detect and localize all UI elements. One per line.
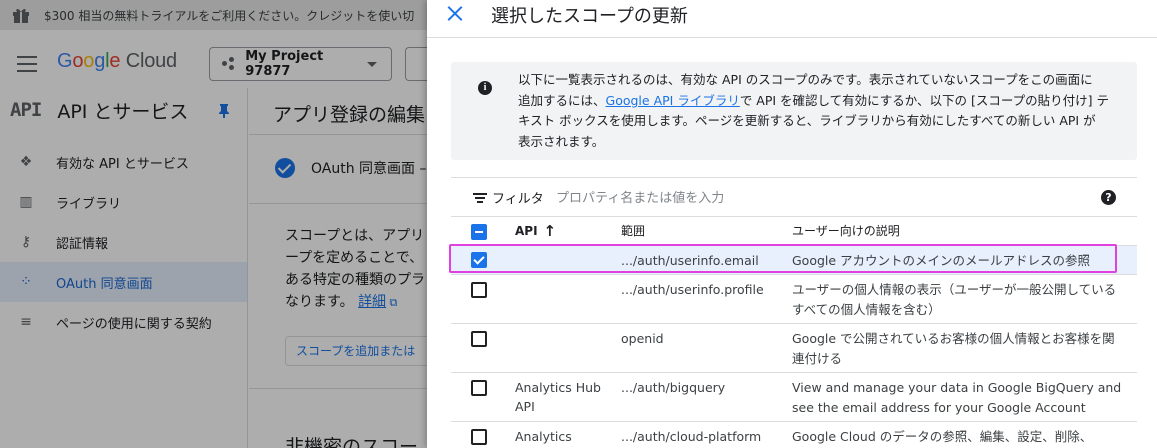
info-icon: i xyxy=(478,81,492,95)
row-scope: .../auth/bigquery xyxy=(621,380,726,395)
panel-header: 選択したスコープの更新 xyxy=(427,0,1157,38)
table-row[interactable]: .../auth/userinfo.profile ユーザーの個人情報の表示（ユ… xyxy=(451,275,1137,324)
row-checkbox[interactable] xyxy=(471,331,487,347)
info-line: 表示されます。 xyxy=(518,133,605,149)
info-line: で API を確認して有効にするか、以下の [スコープの貼り付け] テ xyxy=(739,92,1110,108)
panel-title: 選択したスコープの更新 xyxy=(491,6,688,27)
info-text: 以下に一覧表示されるのは、有効な API のスコープのみです。表示されていないス… xyxy=(518,70,1118,152)
row-scope: .../auth/userinfo.profile xyxy=(621,282,764,297)
row-checkbox[interactable] xyxy=(471,282,487,298)
row-checkbox[interactable] xyxy=(471,429,487,445)
row-scope: .../auth/userinfo.email xyxy=(621,253,759,268)
sort-up-icon: ↑ xyxy=(543,222,557,240)
table-header-row: API ↑ 範囲 ユーザー向けの説明 xyxy=(451,217,1137,246)
row-description: ユーザーの個人情報の表示（ユーザーが一般公開しているすべての個人情報を含む） xyxy=(792,282,1117,317)
info-line: 追加するには、 xyxy=(518,92,606,108)
filter-label: フィルタ xyxy=(492,192,544,207)
column-header-description[interactable]: ユーザー向けの説明 xyxy=(792,222,1122,242)
row-checkbox[interactable] xyxy=(471,252,487,268)
filter-icon[interactable] xyxy=(473,193,487,203)
row-api: Analytics xyxy=(515,429,572,444)
table-row[interactable]: .../auth/userinfo.email Google アカウントのメイン… xyxy=(451,246,1137,275)
update-scopes-panel: 選択したスコープの更新 i 以下に一覧表示されるのは、有効な API のスコープ… xyxy=(427,0,1157,448)
row-scope: openid xyxy=(621,331,664,346)
table-row[interactable]: Analytics .../auth/cloud-platform Google… xyxy=(451,422,1137,448)
row-api: Analytics Hub API xyxy=(515,380,601,414)
select-all-checkbox[interactable] xyxy=(471,224,487,240)
info-line: キスト ボックスを使用します。ページを更新すると、ライブラリから有効にしたすべて… xyxy=(518,113,1096,128)
row-description: Google で公開されているお客様の個人情報とお客様を関連付ける xyxy=(792,331,1115,366)
close-icon[interactable] xyxy=(444,3,466,25)
filter-bar: フィルタ ? xyxy=(451,177,1137,217)
row-description: Google アカウントのメインのメールアドレスの参照 xyxy=(792,253,1091,268)
info-box: i 以下に一覧表示されるのは、有効な API のスコープのみです。表示されていな… xyxy=(451,62,1137,160)
info-line: 以下に一覧表示されるのは、有効な API のスコープのみです。表示されていないス… xyxy=(518,72,1093,87)
row-description: Google Cloud のデータの参照、編集、設定、削除、 xyxy=(792,429,1093,444)
row-scope: .../auth/cloud-platform xyxy=(621,429,762,444)
row-description: View and manage your data in Google BigQ… xyxy=(792,380,1122,415)
row-checkbox[interactable] xyxy=(471,380,487,396)
column-header-api[interactable]: API ↑ xyxy=(515,222,556,241)
filter-input[interactable] xyxy=(556,187,956,209)
help-icon[interactable]: ? xyxy=(1101,190,1116,205)
api-library-link[interactable]: Google API ライブラリ xyxy=(606,93,740,108)
column-header-scope[interactable]: 範囲 xyxy=(621,222,645,241)
table-row[interactable]: openid Google で公開されているお客様の個人情報とお客様を関連付ける xyxy=(451,324,1137,373)
table-row[interactable]: Analytics Hub API .../auth/bigquery View… xyxy=(451,373,1137,422)
